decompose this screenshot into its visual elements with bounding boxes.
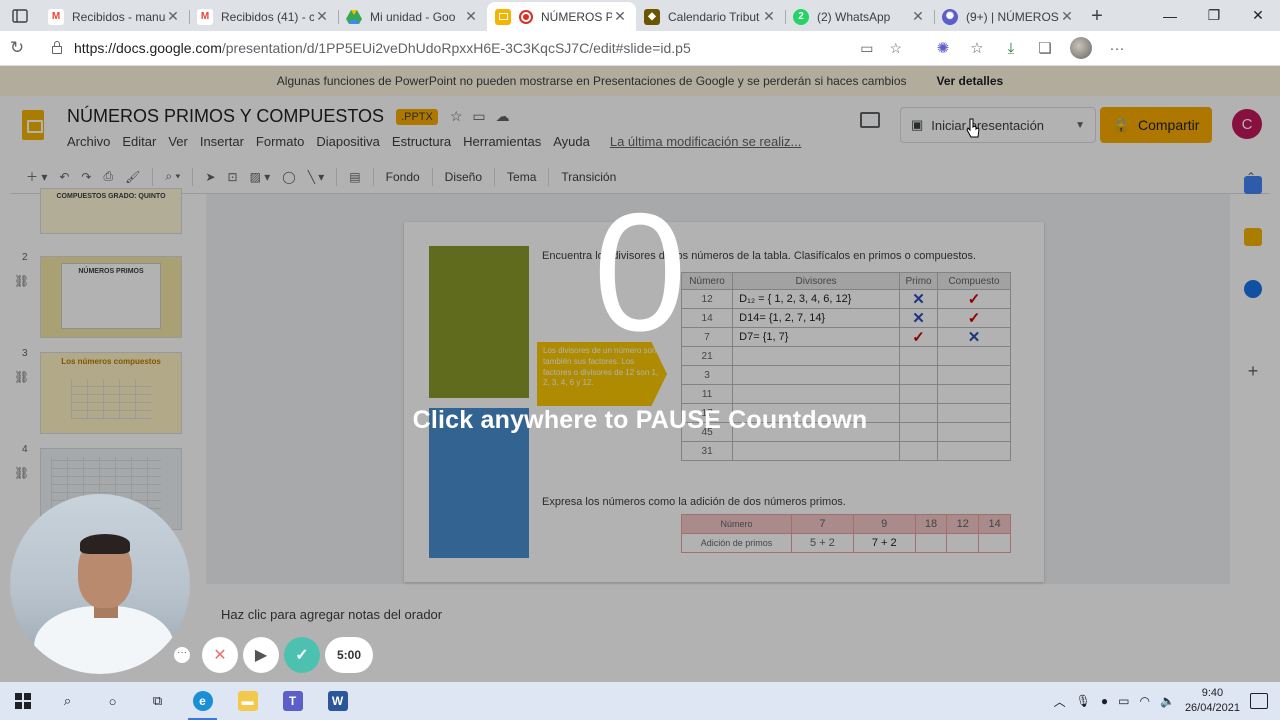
microphone-active-icon[interactable]: ● [1101, 694, 1108, 708]
close-window-icon[interactable]: ✕ [1236, 0, 1280, 31]
windows-taskbar: ⌕ ○ ⧉ e ▬ T W ︿ 🎙 ● ▭ ◠ 🔈 9:40 26/04/202… [0, 682, 1280, 720]
extension-icon: ✺ [942, 8, 958, 25]
more-menu-icon[interactable]: ··· [1100, 40, 1134, 57]
tab-actions-icon[interactable] [0, 0, 40, 31]
windows-start-icon[interactable] [0, 682, 45, 720]
drive-icon [346, 9, 362, 25]
recording-icon [519, 9, 533, 24]
word-icon[interactable]: W [315, 682, 360, 720]
microphone-icon[interactable]: 🎙 [1076, 694, 1091, 708]
close-tab-icon[interactable]: ✕ [612, 8, 628, 25]
profile-avatar[interactable] [1070, 37, 1092, 59]
browser-tab-1[interactable]: M Recibidos (41) - c ✕ [189, 2, 338, 31]
dim-overlay[interactable] [0, 66, 1280, 682]
calendar-shield-icon: ◆ [644, 8, 660, 25]
clock[interactable]: 9:40 26/04/2021 [1185, 686, 1240, 716]
browser-tab-strip: M Recibidos - manu ✕ M Recibidos (41) - c ✕ … [0, 0, 1280, 31]
teams-icon[interactable]: T [270, 682, 315, 720]
whatsapp-icon: 2 [793, 8, 809, 25]
lock-icon [52, 41, 62, 54]
close-tab-icon[interactable]: ✕ [1059, 8, 1075, 25]
finish-recording-button[interactable]: ✓ [284, 637, 320, 673]
browser-tab-4[interactable]: ◆ Calendario Tribut ✕ [636, 2, 785, 31]
collections-icon[interactable]: ❏ [1028, 39, 1062, 57]
volume-icon[interactable]: 🔈 [1160, 694, 1175, 708]
reload-icon[interactable]: ↻ [0, 38, 34, 58]
favorites-icon[interactable]: ☆ [960, 39, 994, 57]
camera-icon[interactable]: ▭ [860, 40, 873, 57]
gmail-icon: M [48, 8, 64, 25]
close-tab-icon[interactable]: ✕ [910, 8, 926, 25]
slides-icon [495, 8, 511, 25]
new-tab-button[interactable]: + [1083, 2, 1111, 31]
minimize-icon[interactable]: — [1148, 0, 1192, 31]
download-icon[interactable]: ⤓ [994, 40, 1028, 57]
system-tray: ︿ 🎙 ● ▭ ◠ 🔈 9:40 26/04/2021 [1054, 686, 1280, 716]
pause-countdown-message[interactable]: Click anywhere to PAUSE Countdown [0, 406, 1280, 435]
cancel-recording-button[interactable]: ✕ [202, 637, 238, 673]
file-explorer-icon[interactable]: ▬ [225, 682, 270, 720]
close-tab-icon[interactable]: ✕ [463, 8, 479, 25]
restore-icon[interactable]: ❐ [1192, 0, 1236, 31]
notifications-icon[interactable] [1250, 693, 1268, 709]
url-field[interactable]: https://docs.google.com/presentation/d/1… [42, 34, 912, 62]
battery-icon[interactable]: ▭ [1118, 694, 1129, 708]
browser-tab-6[interactable]: ✺ (9+) | NÚMEROS ✕ [934, 2, 1083, 31]
resume-recording-button[interactable]: ▶ [243, 637, 279, 673]
browser-tab-3[interactable]: NÚMEROS P ✕ [487, 2, 636, 31]
address-bar-row: ← → ↻ https://docs.google.com/presentati… [0, 31, 1280, 713]
browser-tab-5[interactable]: 2 (2) WhatsApp ✕ [785, 2, 934, 31]
recording-timer: 5:00 [325, 637, 373, 673]
task-view-icon[interactable]: ⧉ [135, 682, 180, 720]
webcam-bubble[interactable] [10, 494, 190, 674]
favorite-star-icon[interactable]: ☆ [889, 40, 902, 57]
browser-tab-0[interactable]: M Recibidos - manu ✕ [40, 2, 189, 31]
cortana-icon[interactable]: ○ [90, 682, 135, 720]
browser-tab-2[interactable]: Mi unidad - Goo ✕ [338, 2, 487, 31]
more-options-button[interactable]: ··· [174, 647, 190, 663]
countdown-number: 0 [593, 178, 687, 366]
wifi-icon[interactable]: ◠ [1140, 694, 1150, 708]
hand-cursor-icon [966, 118, 980, 138]
window-controls: — ❐ ✕ [1148, 0, 1280, 31]
chevron-up-icon[interactable]: ︿ [1054, 693, 1066, 710]
extension-icon[interactable]: ✺ [926, 39, 960, 57]
close-tab-icon[interactable]: ✕ [165, 8, 181, 25]
search-icon[interactable]: ⌕ [45, 682, 90, 720]
gmail-icon: M [197, 8, 213, 25]
close-tab-icon[interactable]: ✕ [761, 8, 777, 25]
close-tab-icon[interactable]: ✕ [314, 8, 330, 25]
edge-icon[interactable]: e [180, 682, 225, 720]
